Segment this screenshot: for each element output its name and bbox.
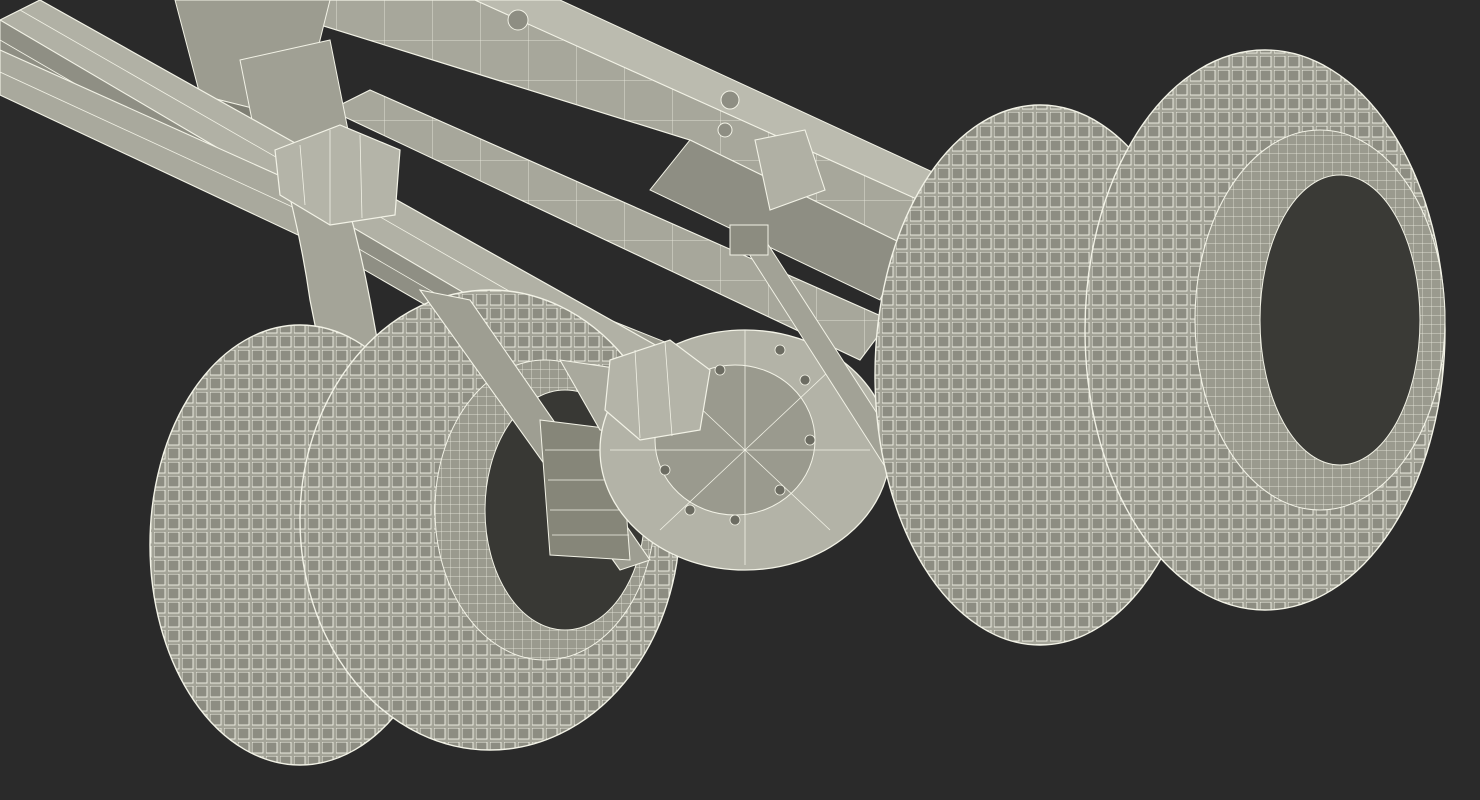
right-outer-tire (1084, 49, 1446, 611)
wireframe-render (0, 0, 1480, 800)
